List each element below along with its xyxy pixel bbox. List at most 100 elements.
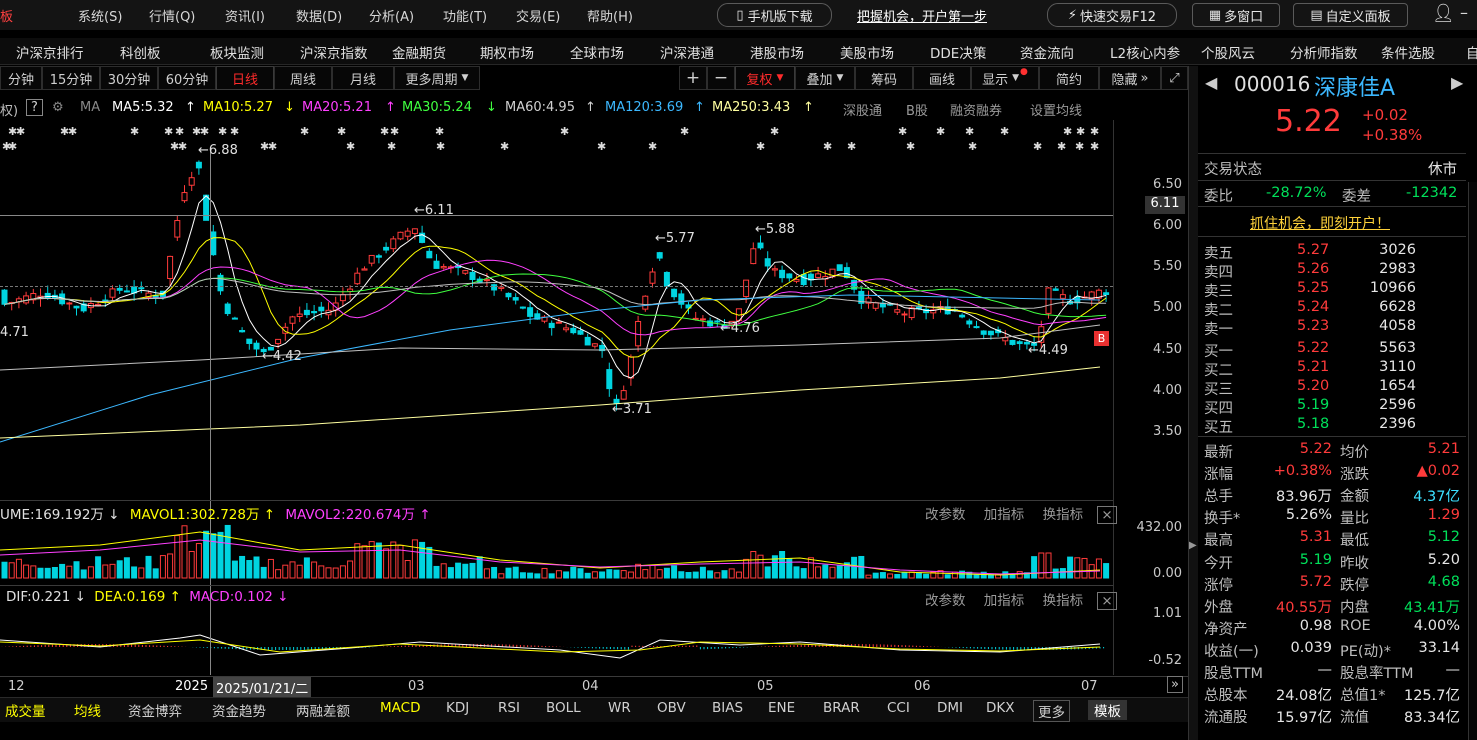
tab-margin-diff[interactable]: 两融差额: [296, 700, 350, 720]
margin-link[interactable]: 融资融券: [950, 100, 1002, 119]
tab-brar[interactable]: BRAR: [823, 700, 860, 716]
menu-data[interactable]: 数据(D): [296, 6, 342, 25]
open-account-link[interactable]: 抓住机会，即刻开户！: [1250, 213, 1390, 233]
nav-more[interactable]: 自: [1466, 42, 1477, 62]
mobile-download-button[interactable]: ▯ 手机版下载: [717, 3, 832, 27]
zoom-out-button[interactable]: −: [707, 66, 735, 90]
period-daily[interactable]: 日线: [216, 66, 274, 90]
tab-volume[interactable]: 成交量: [5, 700, 46, 720]
volume-bar: [347, 560, 354, 579]
collapse-arrow-icon[interactable]: ▶: [1189, 540, 1197, 551]
volume-bar: [303, 557, 310, 579]
info-marker-icon: ✱: [230, 125, 239, 138]
display-button[interactable]: 显示 ▼ ●: [971, 66, 1039, 90]
chip-button[interactable]: 筹码: [855, 66, 913, 90]
overlay-button[interactable]: 叠加 ▼: [795, 66, 855, 90]
set-ma-button[interactable]: 设置均线: [1030, 100, 1082, 119]
change-param-button[interactable]: 改参数: [925, 507, 966, 523]
shengutong-link[interactable]: 深股通: [843, 100, 882, 119]
info-marker-icon: ✱: [346, 140, 355, 153]
next-stock-icon[interactable]: ▶: [1451, 73, 1463, 92]
period-1min[interactable]: 分钟: [0, 66, 42, 90]
hide-button[interactable]: 隐藏»: [1099, 66, 1161, 90]
nav-ranking[interactable]: 沪深京排行: [16, 42, 84, 62]
menu-analysis[interactable]: 分析(A): [369, 6, 414, 25]
tab-boll[interactable]: BOLL: [546, 700, 581, 716]
stat-value: 0.039: [1290, 639, 1332, 656]
fullscreen-icon[interactable]: ⤢: [1161, 66, 1188, 90]
down-arrow-icon: ↓: [272, 589, 289, 605]
tab-dkx[interactable]: DKX: [986, 700, 1015, 716]
nav-dde[interactable]: DDE决策: [930, 42, 986, 62]
nav-screener[interactable]: 条件选股: [1381, 42, 1435, 62]
add-indicator-button[interactable]: 加指标: [984, 507, 1025, 523]
nav-analyst[interactable]: 分析师指数: [1290, 42, 1358, 62]
swap-indicator-button[interactable]: 换指标: [1043, 507, 1084, 523]
tab-ene[interactable]: ENE: [768, 700, 795, 716]
nav-index[interactable]: 沪深京指数: [300, 42, 368, 62]
nav-global[interactable]: 全球市场: [570, 42, 624, 62]
nav-futures[interactable]: 金融期货: [392, 42, 446, 62]
menu-function[interactable]: 功能(T): [443, 6, 487, 25]
zoom-in-button[interactable]: +: [679, 66, 707, 90]
tab-wr[interactable]: WR: [608, 700, 631, 716]
tab-rsi[interactable]: RSI: [498, 700, 520, 716]
close-panel-icon[interactable]: ×: [1097, 506, 1117, 524]
nav-hk[interactable]: 港股市场: [750, 42, 804, 62]
scroll-right-icon[interactable]: »: [1167, 676, 1183, 693]
nav-star-market[interactable]: 科创板: [120, 42, 161, 62]
period-monthly[interactable]: 月线: [332, 66, 394, 90]
multi-window-button[interactable]: ▦ 多窗口: [1192, 3, 1280, 27]
prev-stock-icon[interactable]: ◀: [1205, 73, 1217, 92]
nav-stock-news[interactable]: 个股风云: [1201, 42, 1255, 62]
template-button[interactable]: 模板: [1088, 700, 1127, 720]
menu-quote[interactable]: 行情(Q): [149, 6, 195, 25]
nav-fund-flow[interactable]: 资金流向: [1020, 42, 1074, 62]
menu-system[interactable]: 系统(S): [78, 6, 122, 25]
fast-trade-button[interactable]: ⚡ 快速交易F12: [1047, 3, 1177, 27]
close-panel-icon[interactable]: ×: [1097, 592, 1117, 610]
menu-help[interactable]: 帮助(H): [587, 6, 633, 25]
dif-value: DIF:0.221: [6, 589, 71, 605]
volume-bar: [865, 574, 872, 579]
change-param-button[interactable]: 改参数: [925, 593, 966, 609]
promo-link[interactable]: 把握机会，开户第一步: [857, 6, 987, 25]
tab-dmi[interactable]: DMI: [937, 700, 963, 716]
tab-fund-trend[interactable]: 资金趋势: [212, 700, 266, 720]
tab-macd[interactable]: MACD: [380, 700, 420, 716]
nav-connect[interactable]: 沪深港通: [660, 42, 714, 62]
b-share-link[interactable]: B股: [906, 100, 928, 119]
tab-obv[interactable]: OBV: [657, 700, 686, 716]
annotation-471: 4.71: [0, 325, 29, 340]
tab-fund-game[interactable]: 资金博弈: [128, 700, 182, 720]
period-15min[interactable]: 15分钟: [42, 66, 100, 90]
tab-more[interactable]: 更多: [1033, 700, 1070, 722]
nav-us[interactable]: 美股市场: [840, 42, 894, 62]
simple-mode-button[interactable]: 简约: [1039, 66, 1099, 90]
tab-cci[interactable]: CCI: [887, 700, 910, 716]
period-weekly[interactable]: 周线: [274, 66, 332, 90]
nav-sector-monitor[interactable]: 板块监测: [210, 42, 264, 62]
tab-kdj[interactable]: KDJ: [446, 700, 469, 716]
custom-panel-button[interactable]: ▤ 自定义面板: [1293, 3, 1408, 27]
period-30min[interactable]: 30分钟: [100, 66, 158, 90]
kline-chart[interactable]: ✱✱ ✱ ✱ ✱ ✱✱ ✱ ✱✱✱ ✱ ✱ ✱ ✱ ✱ ✱ ✱ ✱ ✱ ✱ ✱ ✱ ✱ ✱ ✱✱✱ ✱✱ ✱✱ ✱ ✱ ✱ ✱ ✱ ✱ ✱ ✱…: [0, 120, 1188, 700]
fuquan-button[interactable]: 复权 ▼: [735, 66, 795, 90]
add-indicator-button[interactable]: 加指标: [984, 593, 1025, 609]
menu-info[interactable]: 资讯(I): [225, 6, 265, 25]
tab-ma[interactable]: 均线: [74, 700, 101, 720]
swap-indicator-button[interactable]: 换指标: [1043, 593, 1084, 609]
tab-bias[interactable]: BIAS: [712, 700, 743, 716]
period-more[interactable]: 更多周期 ▼: [394, 66, 480, 90]
period-60min[interactable]: 60分钟: [158, 66, 216, 90]
minimize-icon[interactable]: –: [1460, 3, 1468, 22]
draw-line-button[interactable]: 画线: [913, 66, 971, 90]
nav-l2[interactable]: L2核心内参: [1110, 42, 1180, 62]
settings-gear-icon[interactable]: ⚙: [52, 100, 64, 115]
nav-options[interactable]: 期权市场: [480, 42, 534, 62]
help-icon[interactable]: ?: [26, 99, 43, 116]
user-icon[interactable]: 👤︎: [1432, 3, 1455, 24]
menu-trade[interactable]: 交易(E): [516, 6, 560, 25]
buy-signal-icon[interactable]: B: [1094, 331, 1109, 346]
volume-bar: [246, 560, 253, 579]
